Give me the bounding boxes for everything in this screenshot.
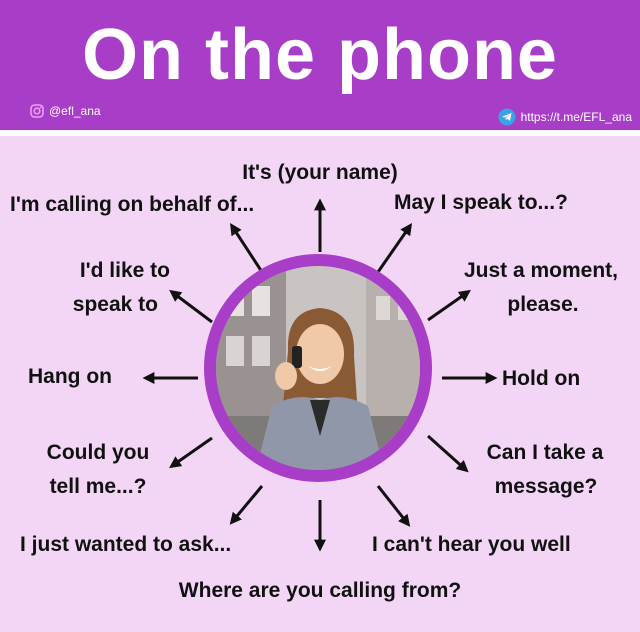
phrase-like-to-speak-line2: speak to xyxy=(72,293,158,316)
arrow-icon xyxy=(426,434,469,473)
phrase-wanted-to-ask: I just wanted to ask... xyxy=(20,533,232,556)
phrase-just-a-moment-line2: please. xyxy=(507,293,579,316)
infographic: On the phone @efl_ana https://t.me/EFL_a… xyxy=(0,0,640,632)
arrow-icon xyxy=(169,436,213,469)
woman-on-phone-photo xyxy=(216,266,420,470)
phrase-take-message-line2: message? xyxy=(494,475,598,498)
arrow-icon xyxy=(376,223,413,273)
phrase-your-name: It's (your name) xyxy=(242,161,398,184)
arrow-icon xyxy=(376,485,411,527)
phrase-just-a-moment-line1: Just a moment, xyxy=(463,259,619,282)
phrase-calling-on-behalf: I'm calling on behalf of... xyxy=(10,193,255,216)
arrow-icon xyxy=(427,289,471,322)
phrase-calling-from: Where are you calling from? xyxy=(178,579,462,602)
phrase-cant-hear: I can't hear you well xyxy=(372,533,571,556)
phrase-may-i-speak: May I speak to...? xyxy=(394,191,568,214)
phrase-could-you-line2: tell me...? xyxy=(49,475,147,498)
phrase-hang-on: Hang on xyxy=(28,365,112,388)
arrow-icon xyxy=(229,485,264,525)
phrase-take-message-line1: Can I take a xyxy=(486,441,604,464)
phrase-hold-on: Hold on xyxy=(502,367,581,390)
phrase-like-to-speak-line1: I'd like to xyxy=(79,259,170,282)
arrow-icon xyxy=(169,289,213,324)
phrase-could-you-line1: Could you xyxy=(46,441,150,464)
arrow-icon xyxy=(230,222,264,273)
